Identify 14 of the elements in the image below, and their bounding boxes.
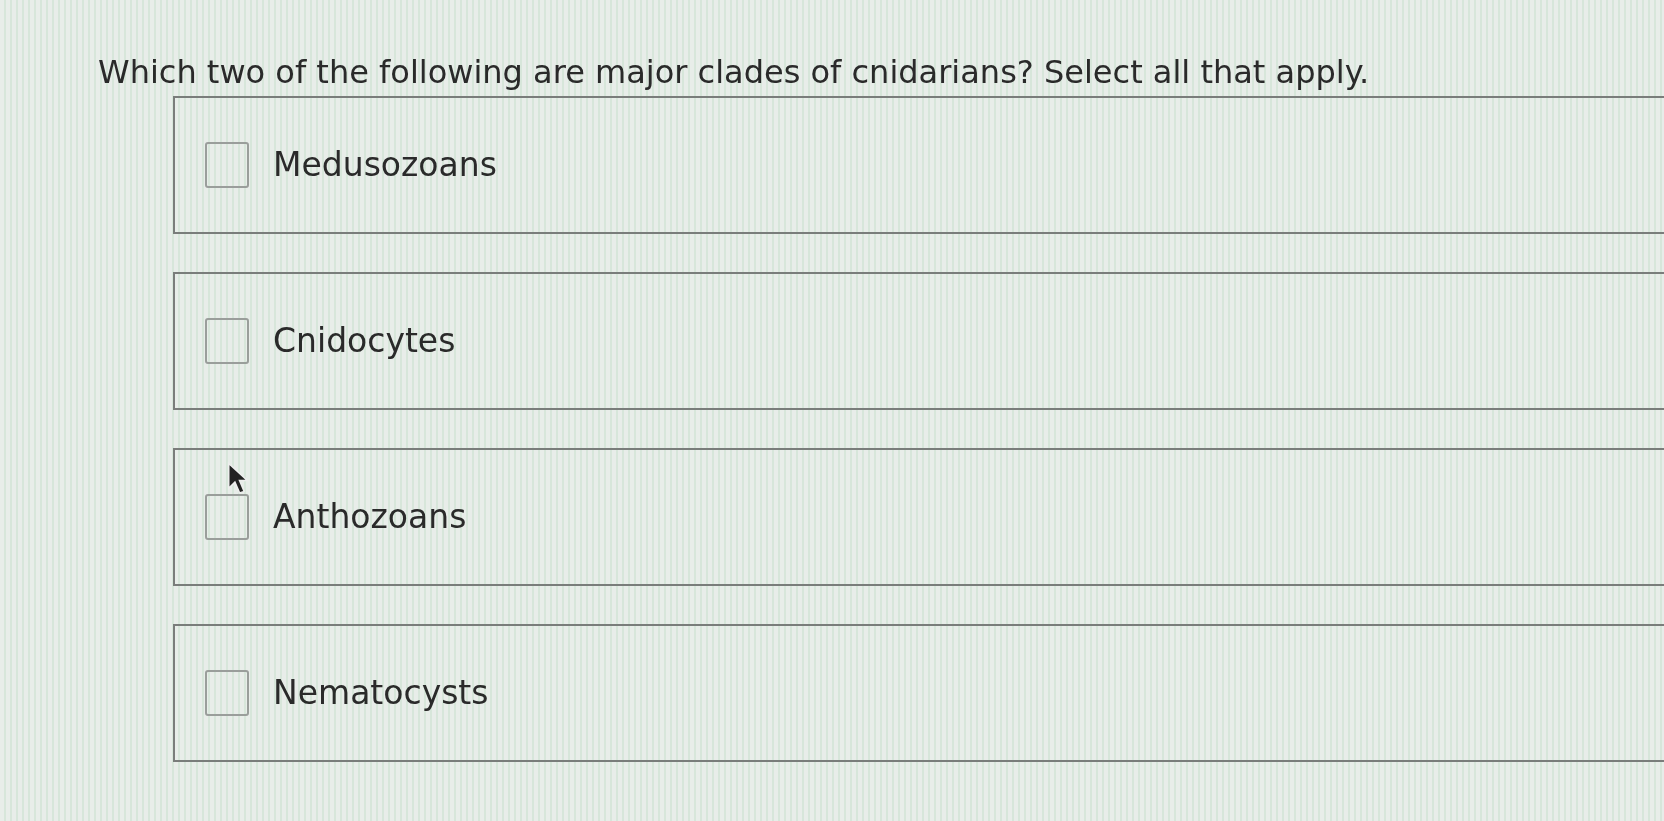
answer-option[interactable]: Medusozoans (173, 96, 1664, 234)
answer-option[interactable]: Nematocysts (173, 624, 1664, 762)
option-label: Medusozoans (273, 144, 497, 186)
answer-option[interactable]: Anthozoans (173, 448, 1664, 586)
option-label: Nematocysts (273, 672, 489, 714)
option-label: Cnidocytes (273, 320, 456, 362)
option-label: Anthozoans (273, 496, 467, 538)
answer-option[interactable]: Cnidocytes (173, 272, 1664, 410)
checkbox[interactable] (205, 670, 249, 716)
question-text: Which two of the following are major clades of cnidarians? Select all that apply. (98, 52, 1370, 93)
checkbox[interactable] (205, 142, 249, 188)
checkbox[interactable] (205, 494, 249, 540)
checkbox[interactable] (205, 318, 249, 364)
mouse-pointer-icon (227, 462, 249, 496)
